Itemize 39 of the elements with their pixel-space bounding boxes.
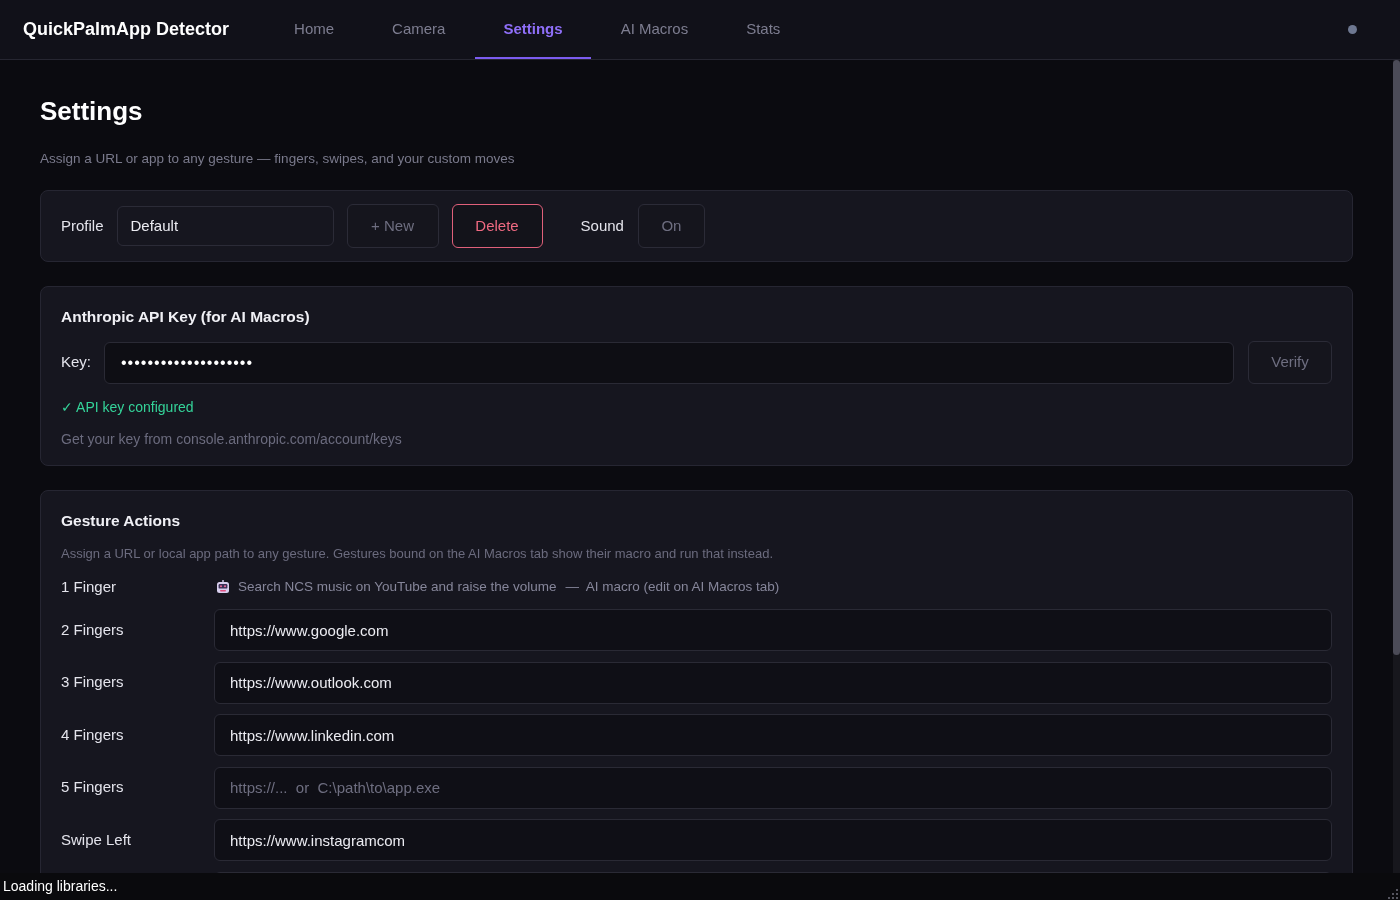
status-text: Loading libraries...: [2, 877, 118, 896]
gesture-url-field[interactable]: https://www.google.com: [214, 609, 1332, 651]
sound-toggle-button[interactable]: On: [637, 204, 705, 248]
profile-label: Profile: [61, 215, 104, 236]
panel-title: Anthropic API Key (for AI Macros): [61, 307, 311, 327]
app-title: QuickPalmApp Detector: [23, 18, 230, 41]
new-profile-button[interactable]: + New: [346, 204, 439, 248]
macro-text: Search NCS music on YouTube and raise the volume: [238, 578, 557, 597]
nav-tab[interactable]: AI Macros: [592, 0, 717, 59]
verify-button[interactable]: Verify: [1248, 341, 1332, 384]
gesture-url-field[interactable]: https://www.outlook.com: [214, 661, 1332, 704]
macro-note: — AI macro (edit on AI Macros tab): [565, 578, 780, 597]
nav-tab[interactable]: Camera: [364, 0, 474, 59]
api-key-status: ✓ API key configured: [61, 398, 195, 417]
key-label: Key:: [61, 352, 91, 373]
nav-tab[interactable]: Home: [266, 0, 363, 59]
gesture-label: 4 Fingers: [61, 724, 125, 745]
page-title: Settings: [40, 95, 144, 127]
panel-title: Gesture Actions: [61, 511, 182, 531]
api-key-hint: Get your key from console.anthropic.com/account/keys: [61, 430, 403, 449]
api-key-field[interactable]: ••••••••••••••••••••: [104, 341, 1234, 384]
gesture-label: Swipe Left: [61, 829, 133, 850]
gesture-label: 3 Fingers: [61, 672, 125, 693]
gesture-url-field[interactable]: https://... or C:\path\to\app.exe: [214, 766, 1332, 809]
gesture-url-field[interactable]: https://www.linkedin.com: [214, 714, 1332, 756]
gesture-label: 1 Finger: [61, 577, 118, 597]
resize-grip-icon[interactable]: [1388, 889, 1398, 899]
gesture-label: 5 Fingers: [61, 777, 125, 798]
profile-select[interactable]: Default: [116, 206, 334, 246]
nav-tab[interactable]: Settings: [475, 0, 591, 59]
gesture-label: 2 Fingers: [61, 619, 125, 640]
panel-description: Assign a URL or local app path to any gesture. Gestures bound on the AI Macros tab show their macro and run that instead.: [61, 545, 775, 563]
delete-button[interactable]: Delete: [451, 204, 543, 248]
page-subtitle: Assign a URL or app to any gesture — fingers, swipes, and your custom moves: [40, 150, 516, 168]
robot-icon: [216, 580, 230, 595]
nav-tab[interactable]: Stats: [718, 0, 809, 59]
gesture-url-field[interactable]: https://www.instagramcom: [214, 819, 1332, 861]
sound-label: Sound: [580, 215, 624, 236]
scrollbar-thumb[interactable]: [1393, 60, 1400, 655]
